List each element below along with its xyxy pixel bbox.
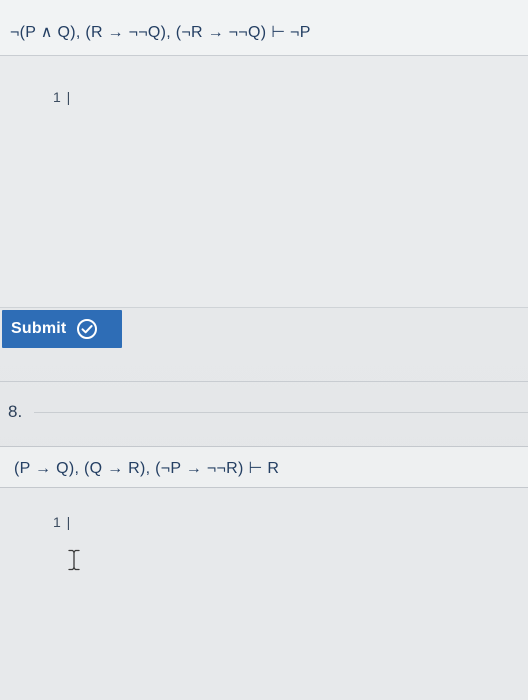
- submit-label: Submit: [11, 320, 67, 337]
- problem-8-formula: (P → Q), (Q → R), (¬P → ¬¬R) ⊢ R: [14, 460, 280, 477]
- problem-7-proof-editor[interactable]: 1 |: [0, 56, 528, 308]
- problem-number-rule: [34, 412, 528, 413]
- proof-line-number: 1 |: [53, 89, 72, 105]
- problem-8-proof-editor[interactable]: 1 |: [0, 488, 528, 700]
- proof-exercise-screen: ¬(P ∧ Q), (R → ¬¬Q), (¬R → ¬¬Q) ⊢ ¬P 1 |…: [0, 0, 528, 700]
- submit-bar: Submit: [0, 308, 528, 348]
- submit-button[interactable]: Submit: [2, 310, 122, 348]
- text-ibeam-cursor-icon: [68, 549, 80, 571]
- problem-7-header: ¬(P ∧ Q), (R → ¬¬Q), (¬R → ¬¬Q) ⊢ ¬P: [0, 0, 528, 56]
- proof-line-number: 1 |: [53, 514, 72, 530]
- problem-8-header: (P → Q), (Q → R), (¬P → ¬¬R) ⊢ R: [0, 446, 528, 488]
- section-divider: [0, 381, 528, 382]
- check-circle-icon: [76, 318, 98, 340]
- problem-7-formula: ¬(P ∧ Q), (R → ¬¬Q), (¬R → ¬¬Q) ⊢ ¬P: [10, 24, 311, 41]
- problem-8-number: 8.: [8, 402, 23, 421]
